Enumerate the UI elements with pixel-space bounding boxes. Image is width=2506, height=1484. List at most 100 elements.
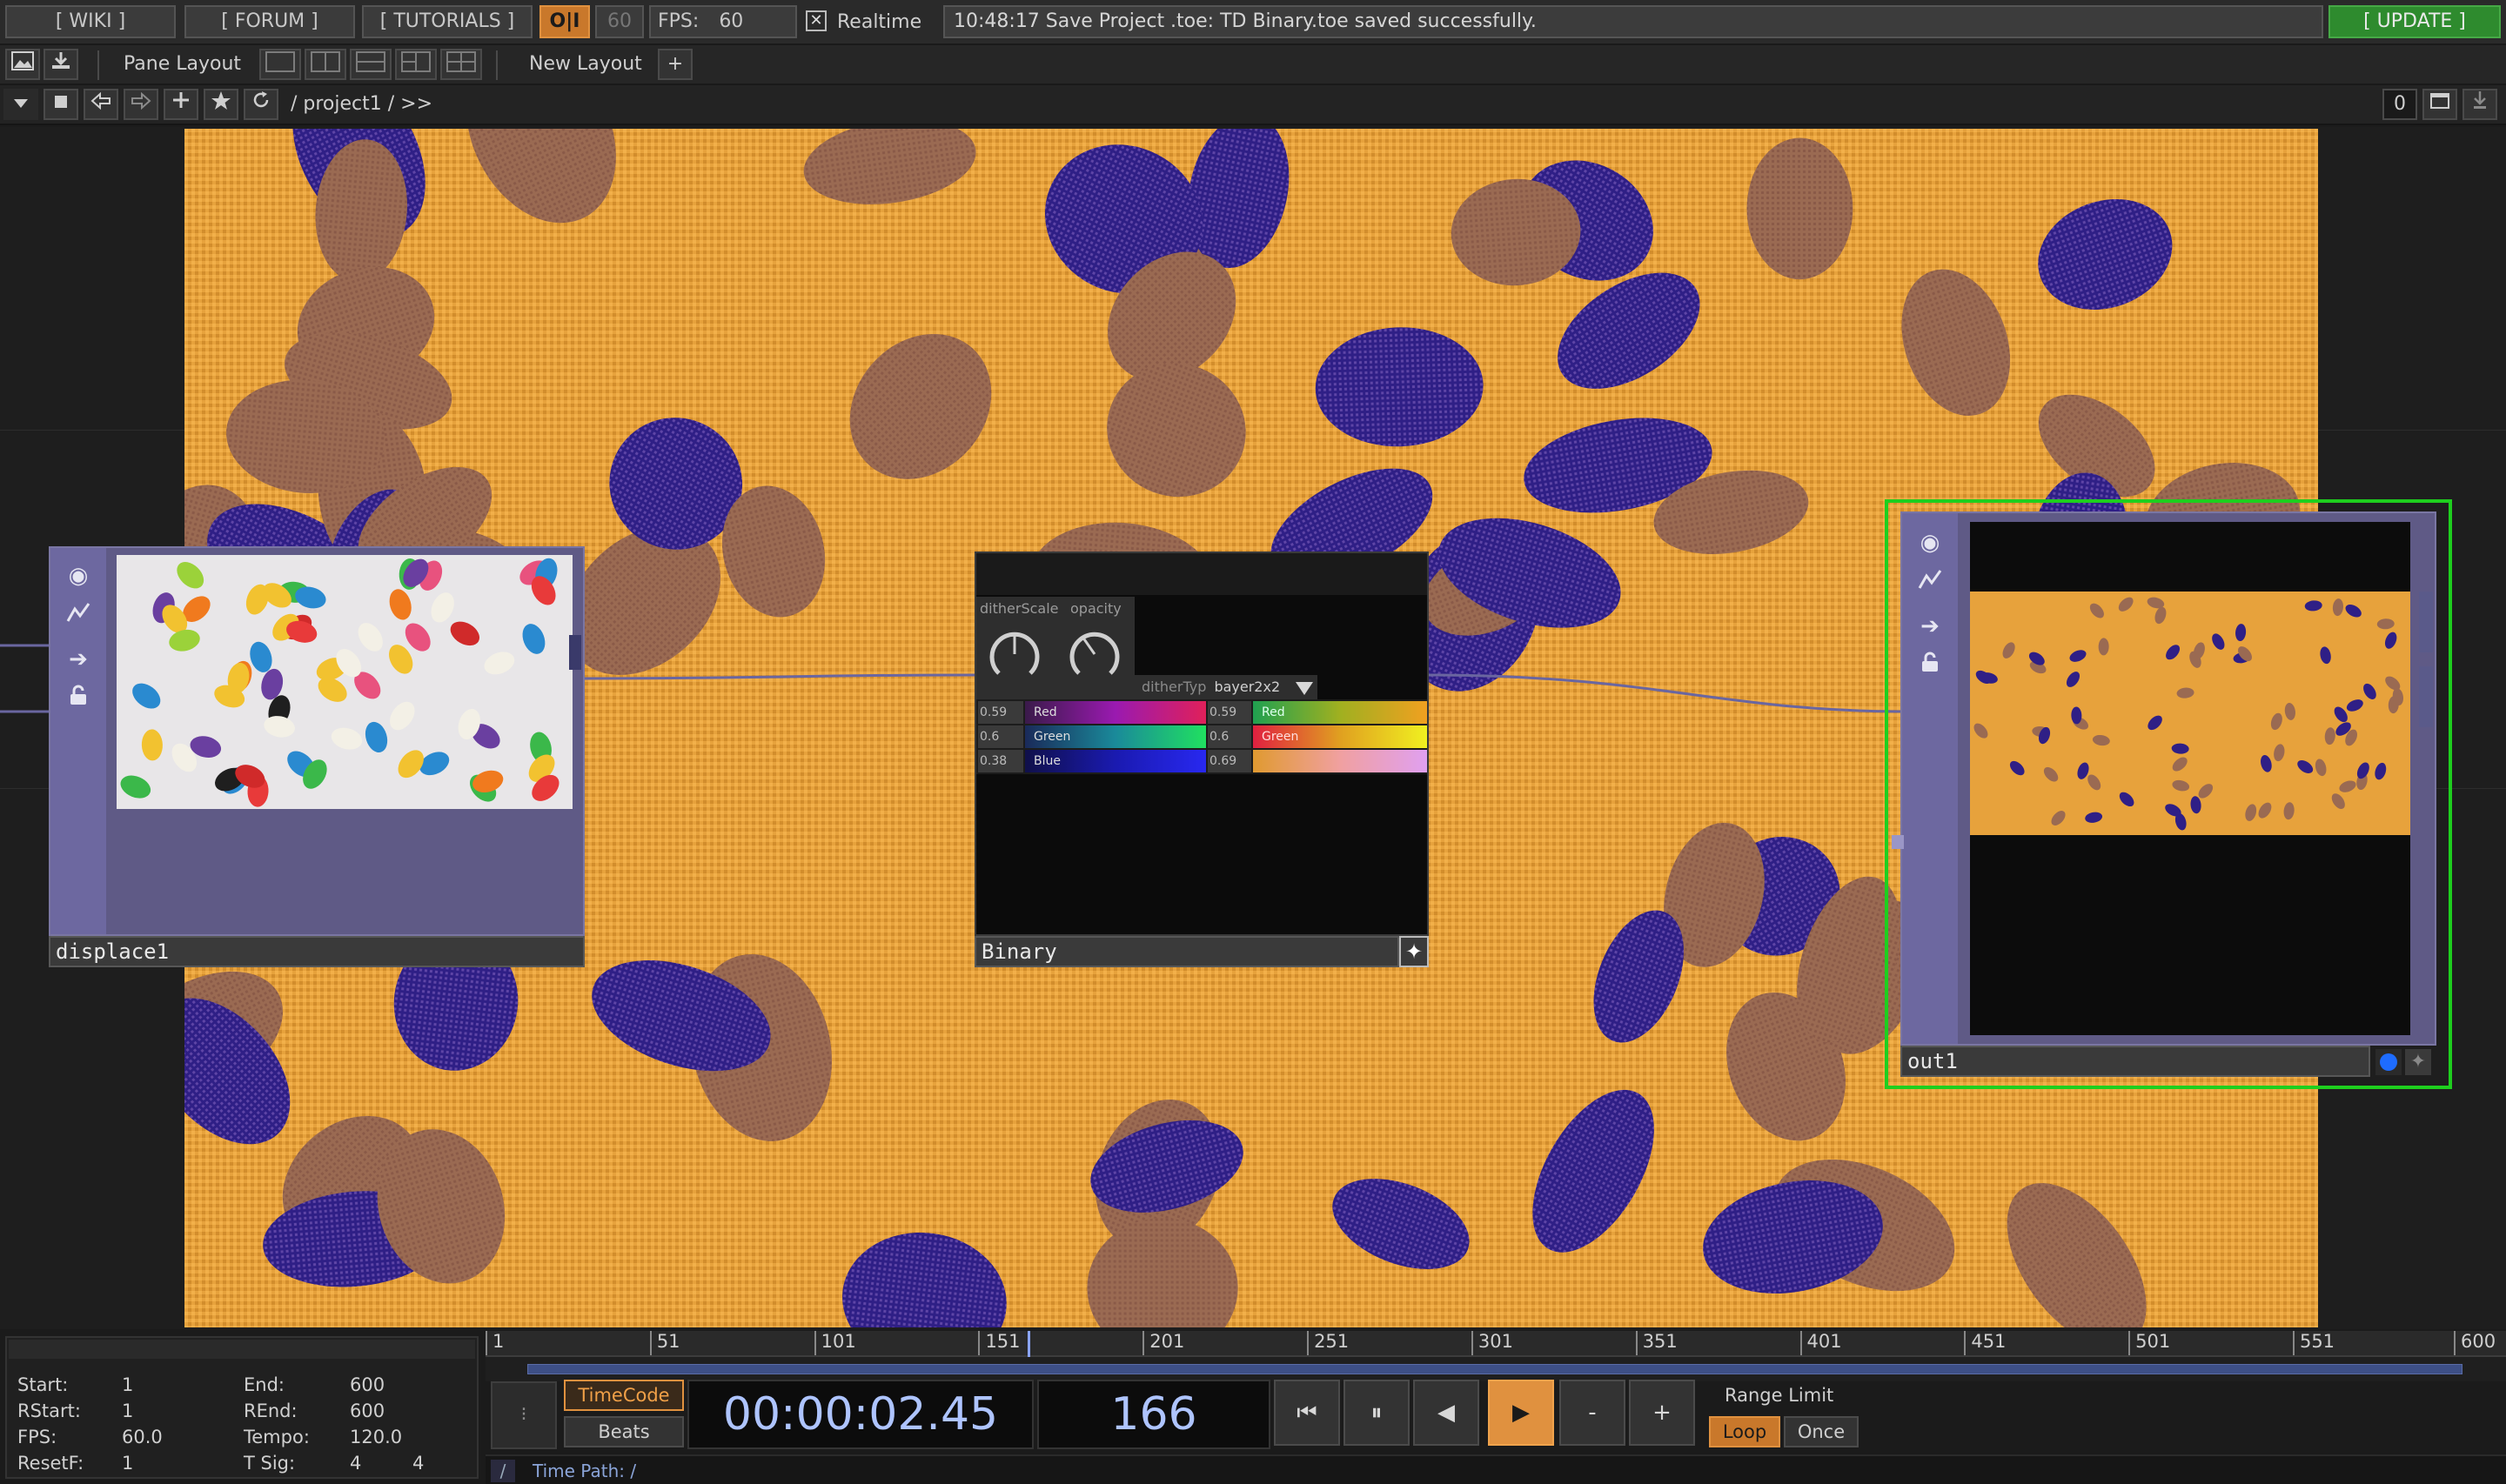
green-slider-2[interactable]: Green: [1253, 725, 1427, 748]
displace1-preview-image: [117, 555, 573, 809]
refresh-icon[interactable]: [244, 89, 278, 120]
red-slider-2[interactable]: Red: [1253, 701, 1427, 724]
cursor-icon[interactable]: ⁝: [491, 1381, 557, 1449]
start-label: Start:: [17, 1374, 69, 1395]
lock-icon[interactable]: [59, 682, 97, 717]
red-slider[interactable]: Red: [1025, 701, 1206, 724]
collapse-down-icon[interactable]: [2462, 89, 2497, 120]
forward-arrow-icon[interactable]: [124, 89, 158, 120]
lock-icon[interactable]: [1911, 649, 1949, 684]
input-connector[interactable]: [1892, 835, 1904, 849]
wiki-button[interactable]: [ WIKI ]: [5, 5, 176, 38]
network-editor[interactable]: ◉ ➔ displace1 ditherScale opacity dither…: [0, 127, 2506, 1329]
resetf-value[interactable]: 1: [122, 1453, 133, 1474]
pause-icon[interactable]: ⏸: [1343, 1380, 1410, 1446]
stop-icon[interactable]: [44, 89, 78, 120]
arrow-right-icon[interactable]: ➔: [1911, 609, 1949, 644]
blue-value-2[interactable]: 0.69: [1208, 750, 1251, 772]
red-value-2[interactable]: 0.59: [1208, 701, 1251, 724]
graph-icon[interactable]: [59, 600, 97, 635]
fps-value[interactable]: 60.0: [122, 1427, 163, 1447]
tsig-numerator[interactable]: 4: [350, 1453, 361, 1474]
speed-minus-button[interactable]: -: [1559, 1380, 1625, 1446]
rend-value[interactable]: 600: [350, 1400, 385, 1421]
arrow-right-icon[interactable]: ➔: [59, 642, 97, 677]
ruler-tick: 201: [1142, 1331, 1184, 1355]
tempo-value[interactable]: 120.0: [350, 1427, 402, 1447]
sparkle-icon[interactable]: ✦: [1399, 936, 1429, 967]
binary-node[interactable]: ditherScale opacity ditherTyp bayer2x2 0…: [975, 551, 1429, 936]
resetf-label: ResetF:: [17, 1453, 84, 1474]
layout-quad-icon[interactable]: [440, 49, 482, 80]
dither-scale-knob[interactable]: [983, 623, 1046, 685]
frame-display[interactable]: 166: [1037, 1380, 1270, 1449]
dither-type-label: ditherTyp: [1142, 678, 1207, 695]
once-button[interactable]: Once: [1784, 1416, 1859, 1447]
update-button[interactable]: [ UPDATE ]: [2328, 5, 2501, 38]
back-arrow-icon[interactable]: [84, 89, 118, 120]
plus-icon[interactable]: [164, 89, 198, 120]
layout-single-icon[interactable]: [259, 49, 301, 80]
timecode-display[interactable]: 00:00:02.45: [687, 1380, 1034, 1449]
time-path-root[interactable]: /: [491, 1460, 515, 1482]
viewer-icon[interactable]: ◉: [1911, 525, 1949, 560]
loop-button[interactable]: Loop: [1709, 1416, 1780, 1447]
knob-panel: ditherScale opacity: [976, 597, 1135, 699]
realtime-label: Realtime: [837, 11, 922, 33]
scrollbar[interactable]: [2419, 592, 2433, 652]
dither-type-menu[interactable]: ditherTyp bayer2x2: [1135, 675, 1317, 699]
out1-node[interactable]: ◉ ➔: [1892, 511, 2436, 1046]
layout-split-horizontal-icon[interactable]: [350, 49, 392, 80]
displace1-name: displace1: [56, 939, 170, 964]
speed-plus-button[interactable]: +: [1629, 1380, 1695, 1446]
status-message: 10:48:17 Save Project .toe: TD Binary.to…: [943, 5, 2323, 38]
blue-slider-2[interactable]: [1253, 750, 1427, 772]
red-value[interactable]: 0.59: [978, 701, 1023, 724]
layout-split-vertical-icon[interactable]: [305, 49, 346, 80]
beats-mode-button[interactable]: Beats: [564, 1416, 684, 1447]
start-value[interactable]: 1: [122, 1374, 133, 1395]
tutorials-button[interactable]: [ TUTORIALS ]: [362, 5, 533, 38]
playhead[interactable]: [1028, 1331, 1031, 1357]
out1-name-field[interactable]: out1: [1900, 1046, 2370, 1077]
power-toggle-button[interactable]: O|I: [539, 5, 590, 38]
add-layout-button[interactable]: +: [658, 49, 693, 80]
layout-three-pane-icon[interactable]: [395, 49, 437, 80]
binary-name-field[interactable]: Binary: [975, 936, 1399, 967]
realtime-checkbox[interactable]: ✕: [806, 10, 827, 31]
end-value[interactable]: 600: [350, 1374, 385, 1395]
green-value-2[interactable]: 0.6: [1208, 725, 1251, 748]
rstart-value[interactable]: 1: [122, 1400, 133, 1421]
window-icon[interactable]: [2422, 89, 2457, 120]
play-icon[interactable]: ▶: [1488, 1380, 1554, 1446]
dropdown-arrow-icon[interactable]: [1295, 680, 1314, 696]
graph-icon[interactable]: [1911, 567, 1949, 602]
binary-name: Binary: [982, 939, 1057, 964]
green-value[interactable]: 0.6: [978, 725, 1023, 748]
image-icon[interactable]: [5, 49, 40, 80]
chevron-down-icon[interactable]: [3, 89, 38, 120]
forum-button[interactable]: [ FORUM ]: [184, 5, 355, 38]
rewind-to-start-icon[interactable]: ⏮: [1274, 1380, 1340, 1446]
displace1-node[interactable]: ◉ ➔: [49, 546, 585, 936]
output-connector[interactable]: [569, 635, 581, 670]
tsig-denominator[interactable]: 4: [412, 1453, 424, 1474]
scrollbar[interactable]: [2419, 666, 2433, 727]
network-path[interactable]: / project1 / >>: [291, 89, 432, 120]
viewer-icon[interactable]: ◉: [59, 558, 97, 593]
display-flag-icon[interactable]: [2375, 1049, 2402, 1075]
displace1-name-field[interactable]: displace1: [49, 936, 585, 967]
step-back-icon[interactable]: ◀: [1413, 1380, 1479, 1446]
download-icon[interactable]: [44, 49, 78, 80]
star-icon[interactable]: [204, 89, 238, 120]
blue-slider[interactable]: Blue: [1025, 750, 1206, 772]
blue-value[interactable]: 0.38: [978, 750, 1023, 772]
range-bar-track[interactable]: [486, 1357, 2506, 1381]
green-slider[interactable]: Green: [1025, 725, 1206, 748]
range-bar[interactable]: [527, 1364, 2462, 1374]
timeline-ruler[interactable]: 1 51 101 151 201 251 301 351 401 451 501 551 600: [486, 1331, 2506, 1357]
timecode-mode-button[interactable]: TimeCode: [564, 1380, 684, 1411]
ruler-tick: 501: [2128, 1331, 2170, 1355]
opacity-knob[interactable]: [1063, 623, 1126, 685]
sparkle-icon[interactable]: ✦: [2405, 1049, 2431, 1075]
